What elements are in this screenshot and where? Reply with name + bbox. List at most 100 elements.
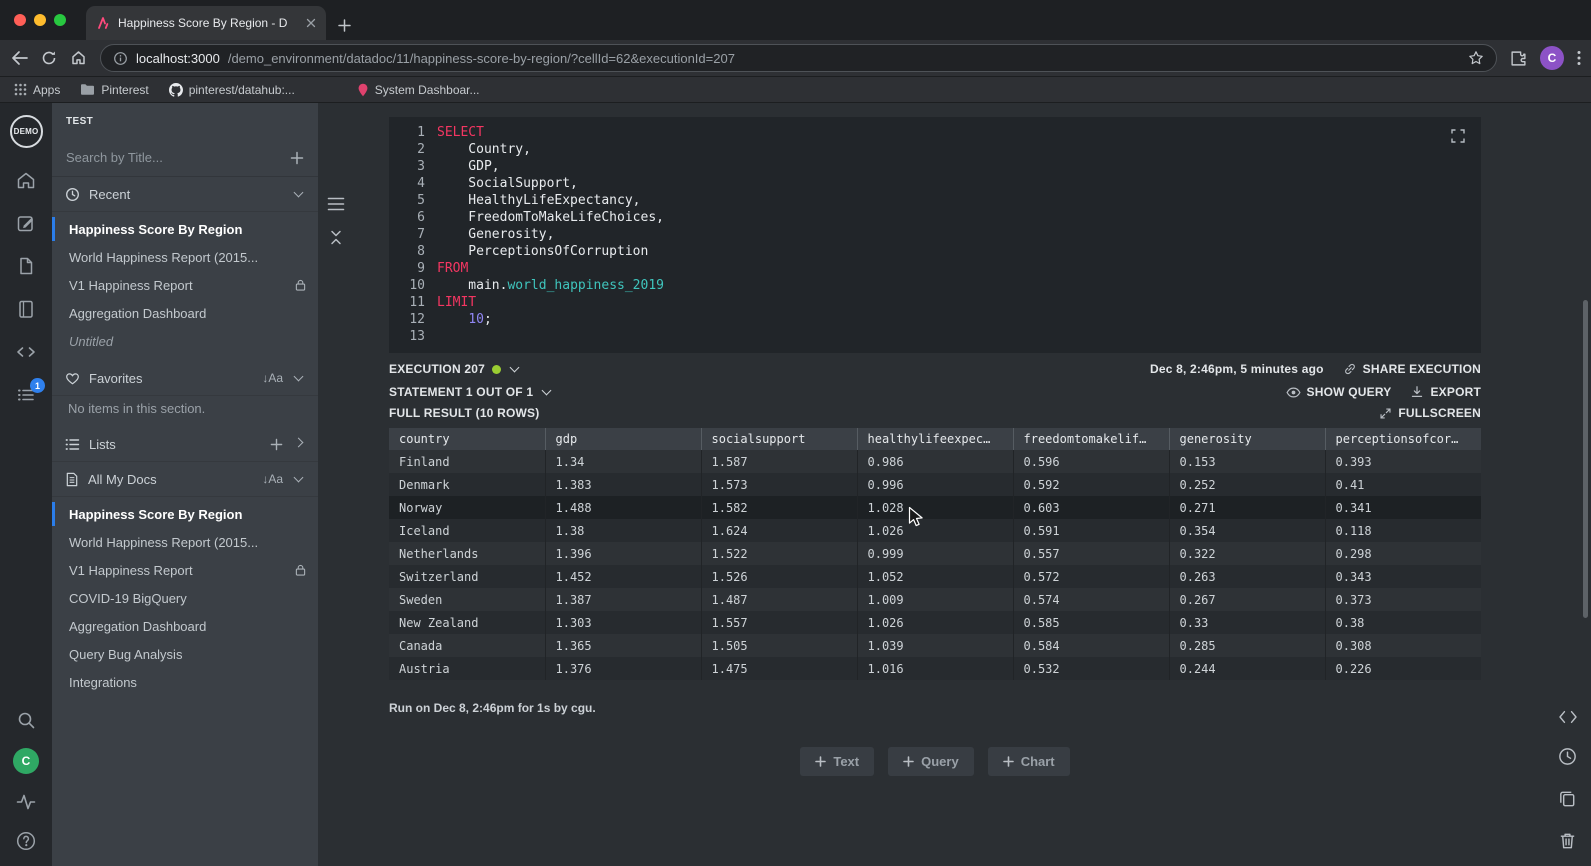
close-window-button[interactable] (14, 14, 26, 26)
add-query-button[interactable]: Query (888, 747, 974, 776)
section-favorites[interactable]: Favorites ↓Aa (52, 361, 318, 396)
sidebar-doc-item[interactable]: Happiness Score By Region (52, 215, 318, 243)
add-chart-button[interactable]: Chart (988, 747, 1070, 776)
column-header[interactable]: perceptionsofcor… (1325, 428, 1481, 450)
table-row[interactable]: Iceland1.381.6241.0260.5910.3540.118 (389, 519, 1481, 542)
show-query-button[interactable]: SHOW QUERY (1286, 385, 1392, 399)
activity-nav-icon[interactable] (15, 791, 37, 813)
column-header[interactable]: gdp (545, 428, 701, 450)
sidebar-doc-item[interactable]: V1 Happiness Report (52, 271, 318, 299)
table-cell: 0.271 (1169, 496, 1325, 519)
sidebar-doc-item[interactable]: Aggregation Dashboard (52, 299, 318, 327)
extensions-icon[interactable] (1510, 50, 1527, 67)
lists-nav-icon[interactable]: 1 (15, 384, 37, 406)
table-row[interactable]: Sweden1.3871.4871.0090.5740.2670.373 (389, 588, 1481, 611)
column-header[interactable]: socialsupport (701, 428, 857, 450)
right-rail (1557, 709, 1578, 851)
sidebar-doc-item[interactable]: Integrations (52, 668, 318, 696)
table-row[interactable]: Finland1.341.5870.9860.5960.1530.393 (389, 450, 1481, 473)
sidebar-doc-item[interactable]: Aggregation Dashboard (52, 612, 318, 640)
line-number: 7 (389, 226, 437, 243)
bookmark-star-icon[interactable] (1468, 50, 1484, 66)
table-cell: 1.303 (545, 611, 701, 634)
export-button[interactable]: EXPORT (1410, 385, 1481, 399)
section-lists[interactable]: Lists (52, 427, 318, 462)
add-list-plus-icon[interactable] (270, 438, 283, 451)
table-row[interactable]: Canada1.3651.5051.0390.5840.2850.308 (389, 634, 1481, 657)
history-clock-icon[interactable] (1557, 746, 1578, 767)
collapse-cells-icon[interactable] (327, 229, 345, 246)
browser-tab[interactable]: Happiness Score By Region - D (86, 6, 326, 40)
search-input[interactable] (66, 150, 282, 165)
table-row[interactable]: Netherlands1.3961.5220.9990.5570.3220.29… (389, 542, 1481, 565)
fullscreen-button[interactable]: FULLSCREEN (1379, 406, 1481, 420)
sort-control[interactable]: ↓Aa (262, 371, 283, 385)
code-view-icon[interactable] (1558, 709, 1578, 725)
contents-panel-toggle-icon[interactable] (327, 196, 345, 212)
home-icon[interactable] (70, 50, 87, 66)
table-cell: Netherlands (389, 542, 545, 565)
refresh-icon[interactable] (41, 50, 57, 66)
compose-nav-icon[interactable] (15, 212, 37, 234)
env-demo-badge[interactable]: DEMO (10, 115, 43, 148)
tab-close-icon[interactable] (306, 18, 316, 28)
bookmark-system-dashboard[interactable]: System Dashboar... (357, 83, 480, 97)
sidebar-doc-item[interactable]: V1 Happiness Report (52, 556, 318, 584)
datadocs-nav-icon[interactable] (15, 255, 37, 277)
column-header[interactable]: freedomtomakelif… (1013, 428, 1169, 450)
copy-icon[interactable] (1557, 788, 1578, 809)
table-row[interactable]: Austria1.3761.4751.0160.5320.2440.226 (389, 657, 1481, 680)
back-icon[interactable] (10, 50, 28, 66)
bookmark-pinterest-folder[interactable]: Pinterest (80, 83, 148, 97)
home-nav-icon[interactable] (15, 169, 37, 191)
download-icon (1410, 385, 1424, 399)
sort-control[interactable]: ↓Aa (262, 472, 283, 486)
result-header-row: countrygdpsocialsupporthealthylifeexpec…… (389, 428, 1481, 450)
sidebar-doc-item[interactable]: Untitled (52, 327, 318, 355)
table-row[interactable]: Norway1.4881.5821.0280.6030.2710.341 (389, 496, 1481, 519)
statement-dropdown[interactable]: STATEMENT 1 OUT OF 1 (389, 385, 553, 399)
search-nav-icon[interactable] (15, 709, 37, 731)
snippets-code-nav-icon[interactable] (15, 341, 37, 363)
section-recent[interactable]: Recent (52, 177, 318, 212)
page-info-icon[interactable] (113, 51, 128, 66)
execution-dropdown[interactable]: EXECUTION 207 (389, 362, 521, 376)
address-bar[interactable]: localhost:3000 /demo_environment/datadoc… (100, 44, 1497, 72)
sidebar-doc-item[interactable]: Query Bug Analysis (52, 640, 318, 668)
editor-fullscreen-icon[interactable] (1450, 128, 1466, 144)
user-avatar[interactable]: C (13, 748, 39, 774)
env-test-tab[interactable]: TEST (66, 116, 93, 127)
table-cell: 1.365 (545, 634, 701, 657)
add-text-button[interactable]: Text (800, 747, 874, 776)
table-row[interactable]: New Zealand1.3031.5571.0260.5850.330.38 (389, 611, 1481, 634)
share-execution-button[interactable]: SHARE EXECUTION (1343, 362, 1481, 376)
column-header[interactable]: healthylifeexpec… (857, 428, 1013, 450)
new-datadoc-plus-icon[interactable] (290, 151, 304, 165)
tables-book-nav-icon[interactable] (15, 298, 37, 320)
section-all-my-docs[interactable]: All My Docs ↓Aa (52, 462, 318, 497)
table-row[interactable]: Switzerland1.4521.5261.0520.5720.2630.34… (389, 565, 1481, 588)
browser-profile-avatar[interactable]: C (1540, 46, 1564, 70)
minimize-window-button[interactable] (34, 14, 46, 26)
sidebar-doc-item[interactable]: COVID-19 BigQuery (52, 584, 318, 612)
new-tab-button[interactable] (338, 19, 351, 32)
querybook-app: DEMO 1 (0, 103, 1591, 866)
code-line: 7 Generosity, (389, 226, 1481, 243)
sidebar-doc-item[interactable]: World Happiness Report (2015... (52, 528, 318, 556)
bookmark-github[interactable]: pinterest/datahub:... (169, 83, 295, 97)
sidebar-doc-item[interactable]: Happiness Score By Region (52, 500, 318, 528)
help-icon[interactable] (15, 830, 37, 852)
scrollbar[interactable] (1583, 300, 1588, 618)
delete-trash-icon[interactable] (1557, 830, 1578, 851)
zoom-window-button[interactable] (54, 14, 66, 26)
sidebar-doc-item[interactable]: World Happiness Report (2015... (52, 243, 318, 271)
table-row[interactable]: Denmark1.3831.5730.9960.5920.2520.41 (389, 473, 1481, 496)
sql-editor[interactable]: 1SELECT2 Country,3 GDP,4 SocialSupport,5… (389, 117, 1481, 353)
browser-menu-icon[interactable] (1577, 50, 1581, 66)
code-line: 9FROM (389, 260, 1481, 277)
table-cell: 0.596 (1013, 450, 1169, 473)
bookmark-apps[interactable]: Apps (14, 83, 60, 97)
column-header[interactable]: generosity (1169, 428, 1325, 450)
column-header[interactable]: country (389, 428, 545, 450)
code-line: 1SELECT (389, 124, 1481, 141)
